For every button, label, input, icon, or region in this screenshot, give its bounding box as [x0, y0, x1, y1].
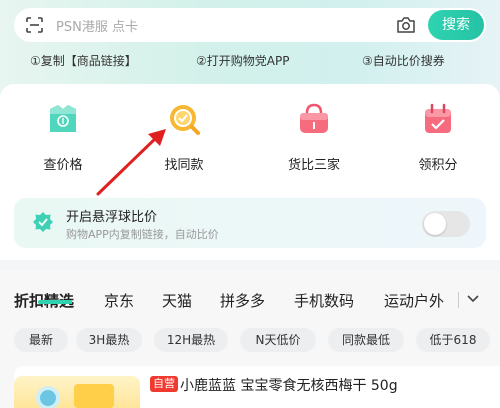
search-input[interactable]: PSN港服 点卡 — [56, 16, 138, 35]
filter-chip-12h-hot[interactable]: 12H最热 — [154, 328, 228, 352]
floating-ball-toggle[interactable] — [422, 211, 470, 237]
tool-label: 货比三家 — [287, 158, 340, 173]
calendar-icon — [425, 103, 451, 133]
tool-label: 领积分 — [418, 158, 458, 173]
step-open-app: ②打开购物党APP — [196, 54, 290, 68]
step-auto-compare: ③自动比价搜券 — [362, 54, 445, 68]
scan-icon[interactable] — [26, 17, 43, 33]
tool-compare-shops[interactable]: 货比三家 — [274, 100, 354, 173]
search-bar[interactable]: PSN港服 点卡 搜索 — [14, 8, 486, 42]
filter-chip-nday-low[interactable]: N天低价 — [240, 328, 316, 352]
product-package-graphic — [36, 384, 114, 408]
search-button[interactable]: 搜索 — [428, 10, 484, 40]
divider — [458, 292, 459, 308]
tab-tmall[interactable]: 天猫 — [162, 290, 192, 311]
tab-outdoor[interactable]: 运动户外 — [384, 290, 444, 311]
floating-ball-subtitle: 购物APP内复制链接，自动比价 — [66, 228, 219, 241]
tab-jd[interactable]: 京东 — [104, 290, 134, 311]
red-arrow-annotation — [96, 129, 166, 196]
camera-icon[interactable] — [396, 15, 416, 35]
floating-ball-icon — [33, 212, 53, 232]
price-tag-icon — [50, 105, 76, 132]
product-image[interactable] — [14, 376, 140, 408]
basket-icon — [300, 103, 328, 133]
filter-chip-3h-hot[interactable]: 3H最热 — [76, 328, 142, 352]
product-card[interactable]: 自营 小鹿蓝蓝 宝宝零食无核西梅干 50g — [14, 366, 500, 408]
filter-chip-latest[interactable]: 最新 — [14, 328, 68, 352]
product-title[interactable]: 小鹿蓝蓝 宝宝零食无核西梅干 50g — [180, 375, 398, 395]
self-operated-badge: 自营 — [150, 376, 178, 392]
chevron-down-icon[interactable] — [466, 293, 480, 305]
step-copy-link: ①复制【商品链接】 — [30, 54, 137, 68]
usage-steps: ①复制【商品链接】 ②打开购物党APP ③自动比价搜券 — [0, 52, 500, 72]
tab-digital[interactable]: 手机数码 — [294, 290, 354, 311]
filter-chip-below-618[interactable]: 低于618 — [416, 328, 490, 352]
floating-ball-title: 开启悬浮球比价 — [66, 210, 158, 225]
floating-ball-row[interactable]: 开启悬浮球比价 购物APP内复制链接，自动比价 — [14, 198, 486, 248]
toggle-knob — [424, 213, 446, 235]
active-tab-underline — [38, 300, 72, 304]
tool-get-points[interactable]: 领积分 — [398, 100, 478, 173]
filter-chip-same-lowest[interactable]: 同款最低 — [328, 328, 404, 352]
tab-pinduoduo[interactable]: 拼多多 — [220, 290, 265, 311]
